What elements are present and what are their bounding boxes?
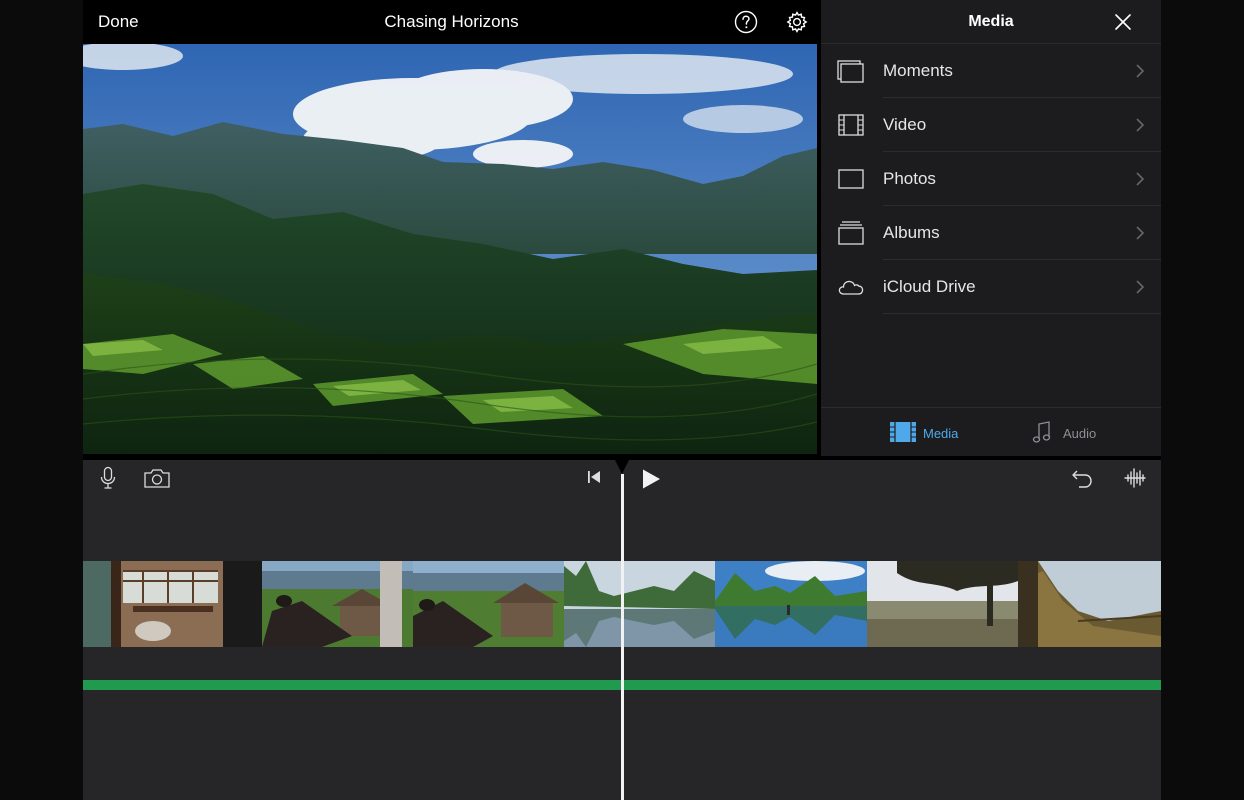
undo-icon[interactable] xyxy=(1070,467,1094,489)
imovie-app: Done Chasing Horizons Media Moments Vide… xyxy=(83,0,1161,800)
media-item-video[interactable]: Video xyxy=(821,98,1161,152)
divider xyxy=(883,313,1161,314)
video-clip[interactable] xyxy=(413,561,564,647)
cloud-icon xyxy=(838,280,864,295)
chevron-right-icon xyxy=(1136,226,1145,240)
close-icon[interactable] xyxy=(1113,12,1133,32)
skip-to-start-icon[interactable] xyxy=(586,469,602,485)
clip-thumbnail xyxy=(83,561,262,647)
right-bezel xyxy=(1161,0,1244,800)
media-panel-title: Media xyxy=(968,13,1014,30)
tab-audio[interactable]: Audio xyxy=(1029,420,1109,446)
video-clip[interactable] xyxy=(564,561,715,647)
moments-icon xyxy=(837,60,864,83)
media-item-label: Albums xyxy=(883,223,940,242)
video-clip[interactable] xyxy=(83,561,262,647)
clip-thumbnail xyxy=(867,561,1018,647)
media-source-list: Moments Video Photos Albums iCloud Drive xyxy=(821,44,1161,314)
video-clip[interactable] xyxy=(262,561,413,647)
top-bar: Done Chasing Horizons xyxy=(83,0,820,44)
video-clip[interactable] xyxy=(1018,561,1161,647)
albums-icon xyxy=(838,221,864,245)
chevron-right-icon xyxy=(1136,64,1145,78)
media-item-label: Video xyxy=(883,115,927,134)
tab-label: Audio xyxy=(1063,426,1097,441)
landscape-frame xyxy=(83,44,817,454)
clip-thumbnail xyxy=(1018,561,1161,647)
film-icon xyxy=(838,114,864,136)
help-icon[interactable] xyxy=(734,10,758,34)
playhead-marker xyxy=(613,456,631,474)
chevron-right-icon xyxy=(1136,280,1145,294)
media-item-label: iCloud Drive xyxy=(883,277,976,296)
project-title: Chasing Horizons xyxy=(384,12,519,31)
tab-media[interactable]: Media xyxy=(889,420,969,446)
media-item-albums[interactable]: Albums xyxy=(821,206,1161,260)
media-panel: Media Moments Video Photos Albums iCloud… xyxy=(821,0,1161,456)
media-item-label: Photos xyxy=(883,169,936,188)
clip-thumbnail xyxy=(564,561,715,647)
camera-icon[interactable] xyxy=(143,467,171,489)
left-bezel xyxy=(0,0,83,800)
chevron-right-icon xyxy=(1136,118,1145,132)
media-item-icloud-drive[interactable]: iCloud Drive xyxy=(821,260,1161,314)
microphone-icon[interactable] xyxy=(99,466,117,490)
clip-thumbnail xyxy=(413,561,564,647)
video-preview[interactable] xyxy=(83,44,817,454)
video-clip[interactable] xyxy=(715,561,867,647)
media-item-label: Moments xyxy=(883,61,953,80)
media-panel-header: Media xyxy=(821,0,1161,44)
chevron-right-icon xyxy=(1136,172,1145,186)
video-clip[interactable] xyxy=(867,561,1018,647)
clip-thumbnail xyxy=(715,561,867,647)
media-item-photos[interactable]: Photos xyxy=(821,152,1161,206)
music-note-icon xyxy=(1032,421,1051,443)
media-item-moments[interactable]: Moments xyxy=(821,44,1161,98)
clip-thumbnail xyxy=(262,561,413,647)
film-icon xyxy=(890,422,916,442)
playhead[interactable] xyxy=(621,474,624,800)
tab-label: Media xyxy=(923,426,959,441)
media-panel-tabs: Media Audio xyxy=(821,407,1161,456)
gear-icon[interactable] xyxy=(785,10,809,34)
play-icon[interactable] xyxy=(640,468,662,490)
waveform-icon[interactable] xyxy=(1123,466,1147,490)
photo-frame-icon xyxy=(838,169,864,189)
